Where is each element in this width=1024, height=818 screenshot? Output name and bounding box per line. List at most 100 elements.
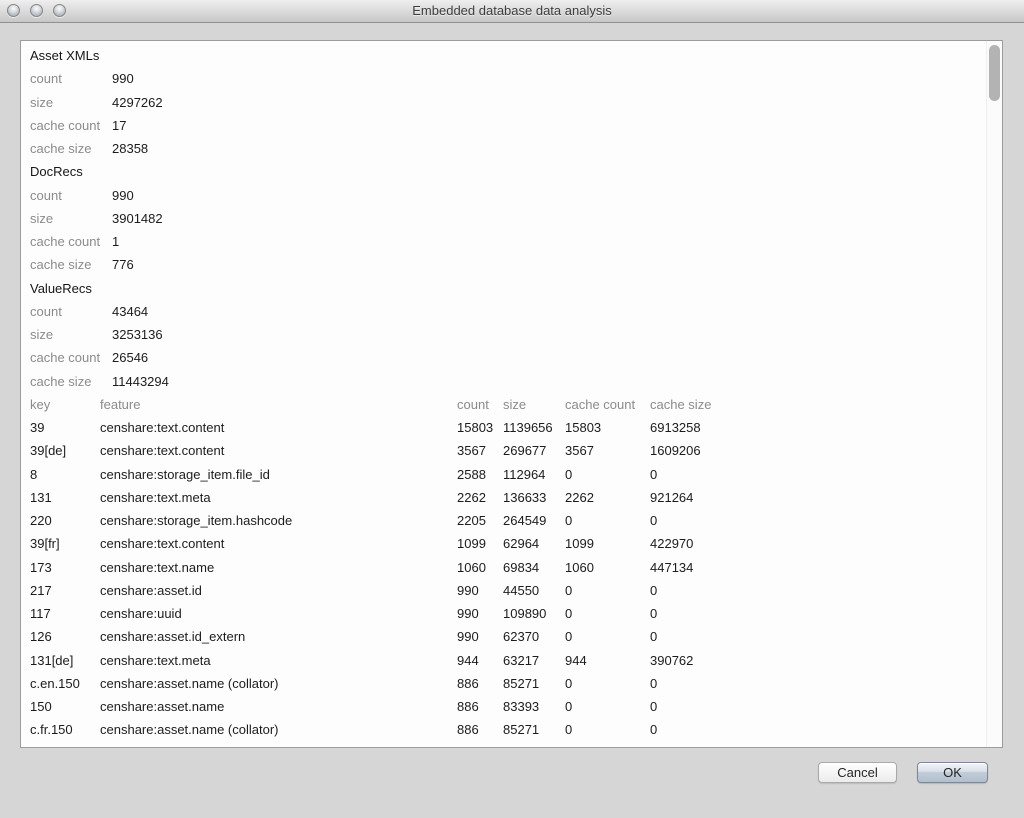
table-cell: censhare:uuid [100,602,457,625]
table-cell: 15803 [565,416,650,439]
table-cell: 0 [565,695,650,718]
table-cell: 2262 [457,486,503,509]
table-header-cell: cache count [565,393,650,416]
table-row: 150censhare:asset.name8868339300 [30,695,986,718]
table-cell: 447134 [650,556,986,579]
table-header-cell: key [30,393,100,416]
stat-label: size [30,323,112,346]
table-row: 39[fr]censhare:text.content1099629641099… [30,532,986,555]
stat-label: cache size [30,370,112,393]
stat-row: cache count1 [30,230,986,253]
table-cell: censhare:text.meta [100,486,457,509]
table-cell: 0 [650,742,986,749]
table-cell: censhare:text.name [100,556,457,579]
stat-value: 17 [112,114,126,137]
table-cell: 126 [30,625,100,648]
table-row: 217censhare:asset.id9904455000 [30,579,986,602]
table-cell: 217 [30,579,100,602]
table-cell: 2588 [457,463,503,486]
table-cell: 112964 [503,463,565,486]
minimize-icon[interactable] [30,4,43,17]
table-row: 117censhare:uuid99010989000 [30,602,986,625]
table-row: 8censhare:storage_item.file_id2588112964… [30,463,986,486]
close-icon[interactable] [7,4,20,17]
table-cell: 83393 [503,695,565,718]
table-cell: 0 [565,509,650,532]
stats-section-title: Asset XMLs [30,44,986,67]
zoom-icon[interactable] [53,4,66,17]
table-cell: 422970 [650,532,986,555]
cancel-button[interactable]: Cancel [818,762,897,783]
table-header-cell: feature [100,393,457,416]
table-cell: 0 [650,718,986,741]
scrollbar-thumb[interactable] [989,45,1000,101]
table-cell: 0 [565,625,650,648]
stat-row: cache size11443294 [30,370,986,393]
title-bar: Embedded database data analysis [0,0,1024,23]
table-cell: 990 [457,625,503,648]
stat-value: 1 [112,230,119,253]
table-row: 131censhare:text.meta2262136633226292126… [30,486,986,509]
table-cell: 220 [30,509,100,532]
stat-value: 776 [112,253,134,276]
stat-label: cache size [30,137,112,160]
table-cell: censhare:asset.id [100,579,457,602]
stat-row: size3253136 [30,323,986,346]
table-cell: 69834 [503,556,565,579]
table-cell: 131 [30,486,100,509]
stat-value: 4297262 [112,91,163,114]
stat-row: count990 [30,67,986,90]
vertical-scrollbar[interactable] [986,41,1002,747]
table-cell: 85271 [503,718,565,741]
table-cell: 264549 [503,509,565,532]
table-header-cell: size [503,393,565,416]
table-row: 39[de]censhare:text.content3567269677356… [30,439,986,462]
stats-section-title: DocRecs [30,160,986,183]
stat-value: 26546 [112,346,148,369]
stat-row: cache count17 [30,114,986,137]
stat-row: cache size776 [30,253,986,276]
table-cell: 85271 [503,672,565,695]
table-cell: 173 [30,556,100,579]
table-cell: 1139656 [503,416,565,439]
table-cell: 1060 [565,556,650,579]
table-cell: 39[fr] [30,532,100,555]
table-cell: censhare:storage_item.hashcode [100,509,457,532]
stat-row: size4297262 [30,91,986,114]
table-cell: censhare:asset.id_extern [100,625,457,648]
table-cell: 1099 [457,532,503,555]
stat-label: cache count [30,346,112,369]
ok-button[interactable]: OK [917,762,988,783]
table-cell: 2205 [457,509,503,532]
table-row: 173censhare:text.name1060698341060447134 [30,556,986,579]
table-cell: 2262 [565,486,650,509]
table-cell: 886 [457,695,503,718]
table-row: c.en.150censhare:asset.name (collator)88… [30,672,986,695]
stat-value: 28358 [112,137,148,160]
analysis-text: Asset XMLscount990size4297262cache count… [21,41,986,748]
table-cell: 0 [650,579,986,602]
table-row: 220censhare:storage_item.hashcode2205264… [30,509,986,532]
table-cell: 0 [650,625,986,648]
table-cell: 886 [457,742,503,749]
table-cell: censhare:asset.name [100,695,457,718]
table-cell: 1099 [565,532,650,555]
table-cell: 0 [565,463,650,486]
table-header-cell: count [457,393,503,416]
table-cell: 1060 [457,556,503,579]
stat-label: size [30,207,112,230]
stat-label: cache count [30,114,112,137]
stat-label: size [30,91,112,114]
table-cell: 136633 [503,486,565,509]
table-cell: 63217 [503,649,565,672]
table-row: 39censhare:text.content15803113965615803… [30,416,986,439]
table-cell: 0 [565,602,650,625]
table-cell: 117 [30,602,100,625]
table-cell: 921264 [650,486,986,509]
table-cell: 390762 [650,649,986,672]
table-cell: 131[de] [30,649,100,672]
table-cell: 990 [457,602,503,625]
table-cell: 0 [650,695,986,718]
stat-value: 43464 [112,300,148,323]
table-cell: 0 [650,463,986,486]
